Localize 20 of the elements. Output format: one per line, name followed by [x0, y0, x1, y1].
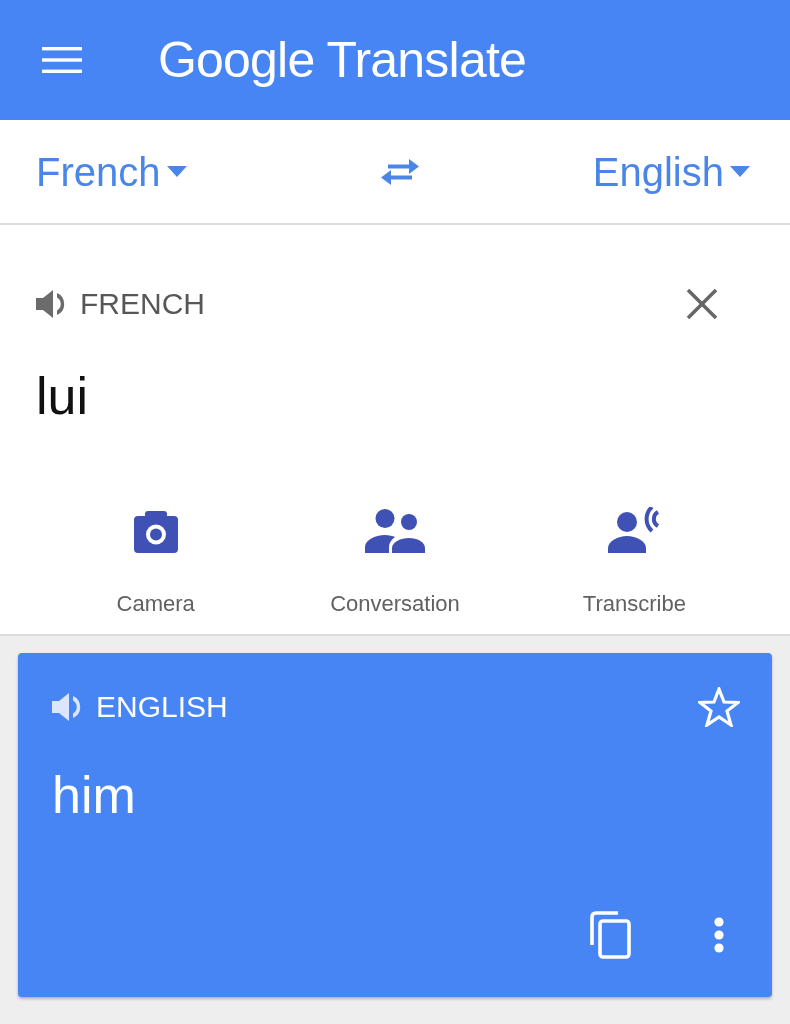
translated-text: him: [52, 765, 137, 826]
more-vertical-icon: [714, 917, 724, 953]
tool-button[interactable]: Camera: [116, 507, 195, 615]
target-language-button[interactable]: English: [592, 151, 750, 192]
person-speaking-icon: [608, 507, 661, 553]
swap-arrows-icon: [380, 156, 419, 187]
tool-button[interactable]: Transcribe: [582, 507, 686, 615]
camera-icon: [133, 511, 178, 553]
tool-button[interactable]: Conversation: [330, 507, 460, 615]
copy-icon: [588, 911, 632, 959]
source-text: lui: [36, 366, 90, 427]
target-language-label: ENGLISH: [96, 692, 228, 722]
close-icon: [686, 288, 718, 320]
source-language-label: FRENCH: [80, 289, 205, 319]
menu-icon: [42, 47, 82, 73]
source-language-button[interactable]: French: [36, 151, 187, 192]
caret-icon: [166, 166, 187, 177]
app-title: Google Translate: [158, 35, 526, 85]
people-icon: [365, 509, 425, 553]
caret-icon: [730, 166, 750, 177]
